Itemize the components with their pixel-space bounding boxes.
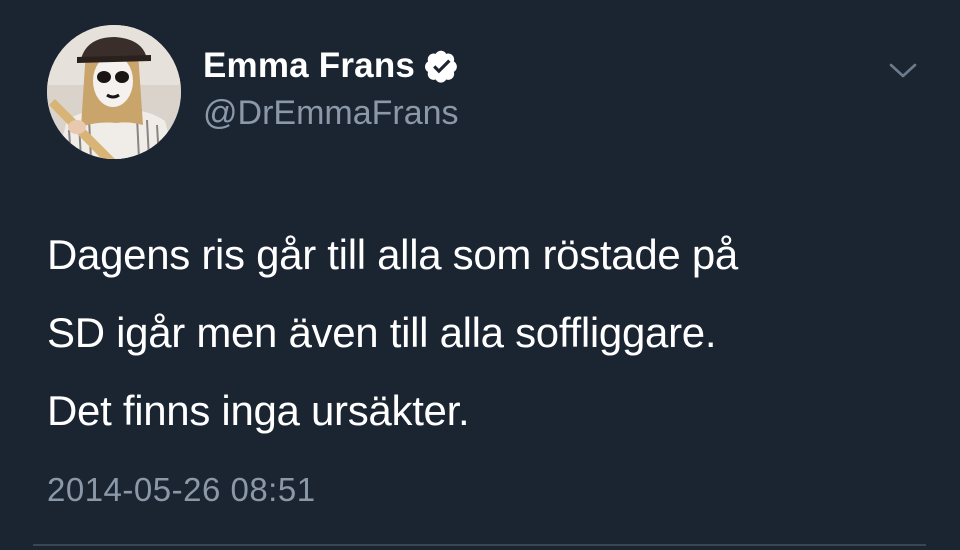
divider — [33, 544, 926, 546]
avatar[interactable] — [47, 25, 181, 159]
tweet-timestamp[interactable]: 2014-05-26 08:51 — [47, 471, 316, 509]
tweet-text: Dagens ris går till alla som röstade på … — [47, 216, 927, 450]
tweet-text-line: SD igår men även till alla soffliggare. — [47, 309, 717, 356]
tweet-card: Emma Frans @DrEmmaFrans Dagens ris går t… — [0, 0, 960, 550]
chevron-down-icon[interactable] — [886, 56, 920, 86]
author-handle[interactable]: @DrEmmaFrans — [203, 94, 459, 133]
display-name[interactable]: Emma Frans — [203, 46, 415, 86]
verified-badge-icon — [425, 49, 459, 83]
author-name-row[interactable]: Emma Frans — [203, 44, 459, 88]
avatar-image — [47, 25, 181, 159]
tweet-text-line: Dagens ris går till alla som röstade på — [47, 231, 738, 278]
tweet-text-line: Det finns inga ursäkter. — [47, 387, 470, 434]
